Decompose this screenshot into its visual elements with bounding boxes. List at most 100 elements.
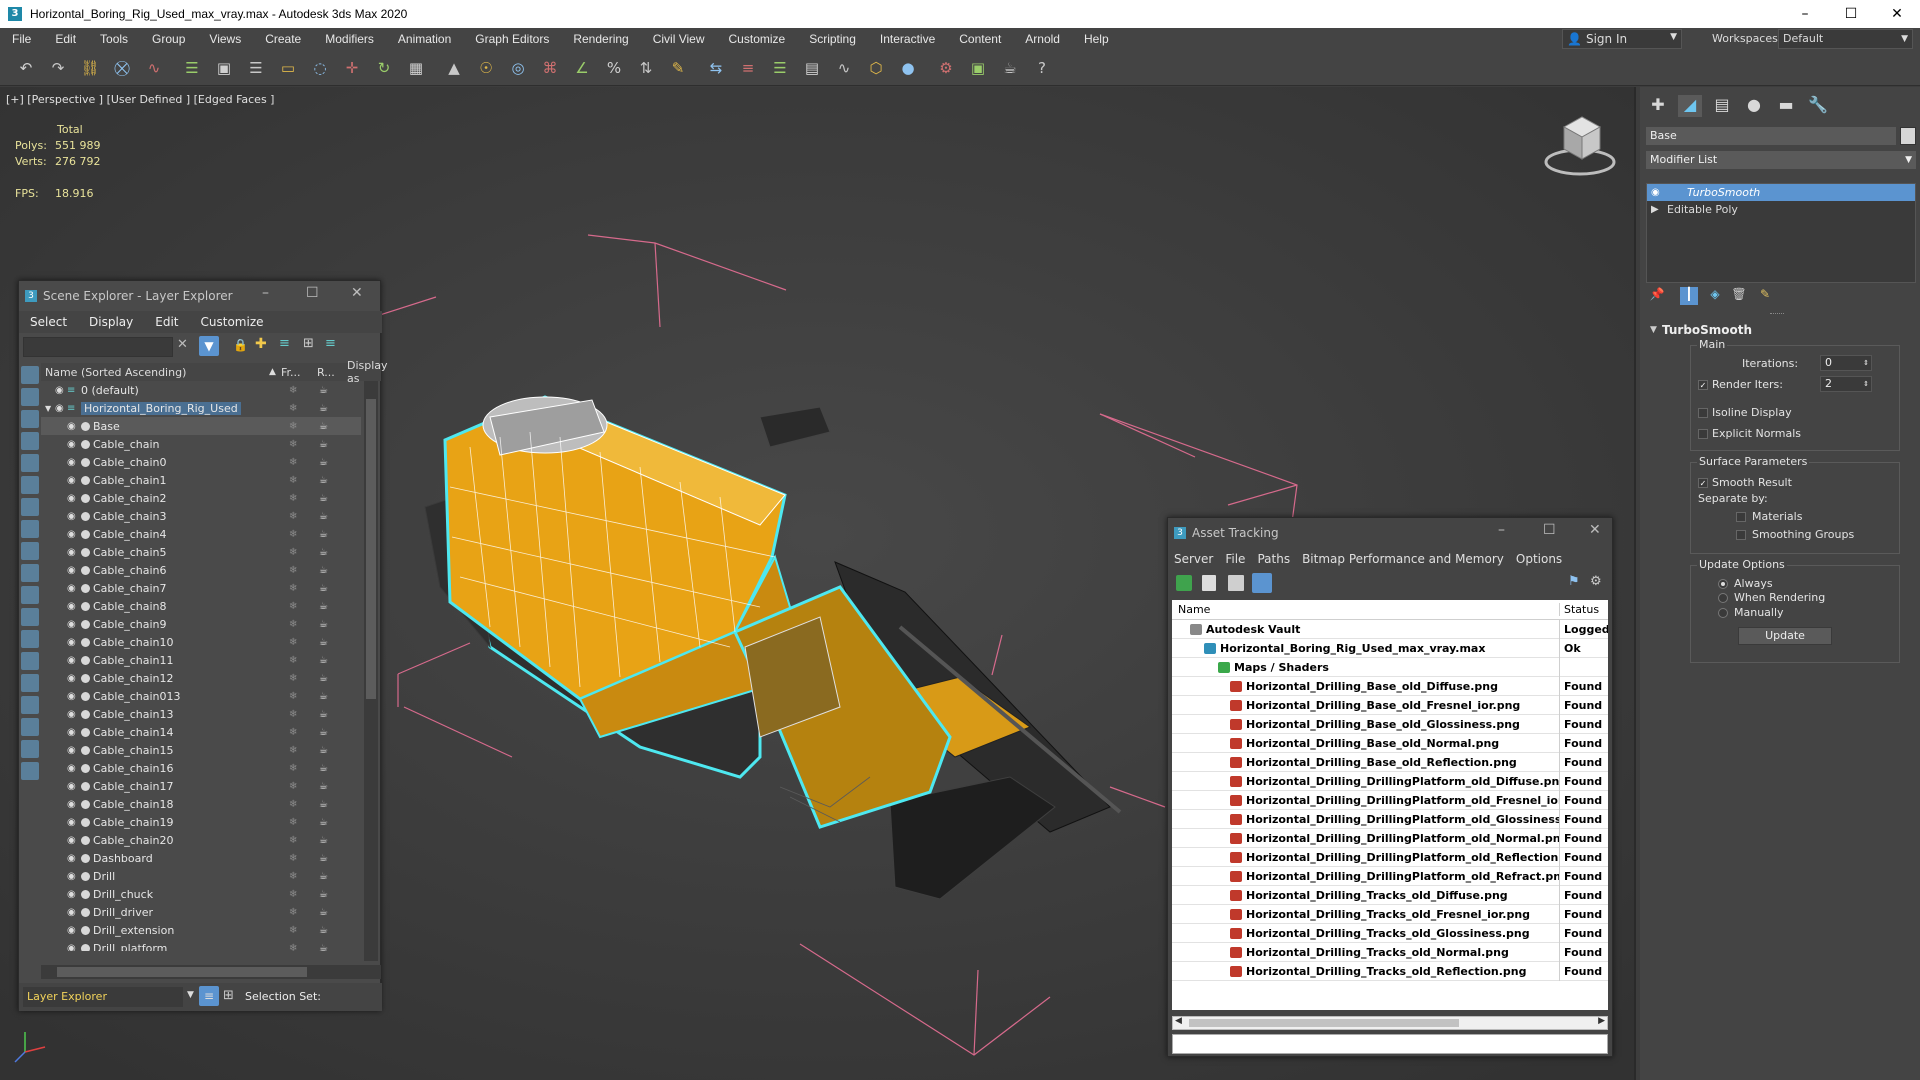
close-icon[interactable]: ✕ <box>351 285 363 301</box>
invert-display-icon[interactable] <box>21 674 39 692</box>
display-helpers-icon[interactable] <box>21 454 39 472</box>
asset-row[interactable]: Horizontal_Drilling_Tracks_old_Reflectio… <box>1172 961 1608 981</box>
minimize-icon[interactable]: – <box>1498 522 1505 538</box>
display-all-icon[interactable] <box>21 630 39 648</box>
object-row[interactable]: ◉ Cable_chain013 ❄ ☕ <box>41 687 361 705</box>
object-row[interactable]: ◉ Drill_chuck ❄ ☕ <box>41 885 361 903</box>
asset-row[interactable]: Horizontal_Drilling_Tracks_old_Fresnel_i… <box>1172 904 1608 924</box>
object-row[interactable]: ◉ Dashboard ❄ ☕ <box>41 849 361 867</box>
freeze-toggle-icon[interactable]: ❄ <box>289 781 297 792</box>
freeze-toggle-icon[interactable]: ❄ <box>289 385 297 396</box>
visibility-eye-icon[interactable]: ◉ <box>67 781 76 792</box>
menu-help[interactable]: Help <box>1072 32 1121 46</box>
at-menu-server[interactable]: Server <box>1168 552 1219 566</box>
renderable-toggle-icon[interactable]: ☕ <box>319 475 328 486</box>
display-spacewarps-icon[interactable] <box>21 476 39 494</box>
layers-icon[interactable]: ≡ <box>325 336 336 351</box>
object-row[interactable]: ◉ Cable_chain12 ❄ ☕ <box>41 669 361 687</box>
layer-options-icon[interactable] <box>21 762 39 780</box>
se-menu-display[interactable]: Display <box>78 315 144 329</box>
renderable-toggle-icon[interactable]: ☕ <box>319 871 328 882</box>
pivot-icon[interactable]: ◎ <box>506 56 530 80</box>
object-color-swatch[interactable] <box>1900 127 1916 145</box>
scroll-left-icon[interactable]: ◀ <box>1175 1016 1182 1026</box>
column-status-header[interactable]: Status <box>1560 603 1599 616</box>
se-menu-select[interactable]: Select <box>19 315 78 329</box>
freeze-toggle-icon[interactable]: ❄ <box>289 889 297 900</box>
renderable-toggle-icon[interactable]: ☕ <box>319 511 328 522</box>
visibility-eye-icon[interactable]: ◉ <box>67 619 76 630</box>
remove-modifier-icon[interactable]: 🗑 <box>1730 287 1748 305</box>
visibility-eye-icon[interactable]: ◉ <box>67 511 76 522</box>
rollout-collapse-icon[interactable]: ▼ <box>1650 325 1657 335</box>
object-row[interactable]: ◉ Cable_chain16 ❄ ☕ <box>41 759 361 777</box>
display-bones-icon[interactable] <box>21 542 39 560</box>
workspaces-select[interactable]: Default ▼ <box>1778 29 1913 49</box>
select-by-name-icon[interactable]: ☰ <box>244 56 268 80</box>
expand-icon[interactable]: ▼ <box>45 404 51 413</box>
visibility-eye-icon[interactable]: ◉ <box>67 601 76 612</box>
freeze-toggle-icon[interactable]: ❄ <box>289 925 297 936</box>
modifier-list-dropdown[interactable]: Modifier List ▼ <box>1646 151 1916 169</box>
asset-row[interactable]: Horizontal_Drilling_Base_old_Glossiness.… <box>1172 714 1608 734</box>
at-menu-paths[interactable]: Paths <box>1251 552 1296 566</box>
object-row[interactable]: ◉ Cable_chain11 ❄ ☕ <box>41 651 361 669</box>
asset-table-hscrollbar[interactable]: ◀ ▶ <box>1172 1016 1608 1030</box>
freeze-toggle-icon[interactable]: ❄ <box>289 907 297 918</box>
visibility-eye-icon[interactable]: ◉ <box>55 385 64 396</box>
refresh-icon[interactable] <box>1176 575 1192 591</box>
renderable-toggle-icon[interactable]: ☕ <box>319 673 328 684</box>
detail-view-icon[interactable] <box>1228 575 1244 591</box>
freeze-toggle-icon[interactable]: ❄ <box>289 727 297 738</box>
rotate-icon[interactable]: ↻ <box>372 56 396 80</box>
asset-tracking-path-field[interactable] <box>1172 1034 1608 1054</box>
maximize-icon[interactable]: ☐ <box>306 285 319 301</box>
visibility-eye-icon[interactable]: ◉ <box>67 907 76 918</box>
scrollbar-thumb[interactable] <box>1189 1019 1459 1027</box>
object-row[interactable]: ◉ Cable_chain20 ❄ ☕ <box>41 831 361 849</box>
hierarchy-tab-icon[interactable]: ▤ <box>1710 95 1734 117</box>
renderable-toggle-icon[interactable]: ☕ <box>319 619 328 630</box>
object-row[interactable]: ◉ Cable_chain13 ❄ ☕ <box>41 705 361 723</box>
freeze-toggle-icon[interactable]: ❄ <box>289 493 297 504</box>
settings-icon[interactable]: ⚙ <box>1590 574 1602 589</box>
renderable-toggle-icon[interactable]: ☕ <box>319 745 328 756</box>
at-menu-bitmap-performance-and-memory[interactable]: Bitmap Performance and Memory <box>1296 552 1510 566</box>
asset-row[interactable]: Horizontal_Boring_Rig_Used_max_vray.max O… <box>1172 638 1608 658</box>
scrollbar-thumb[interactable] <box>57 967 307 977</box>
menu-create[interactable]: Create <box>253 32 313 46</box>
visibility-eye-icon[interactable]: ◉ <box>67 835 76 846</box>
menu-group[interactable]: Group <box>140 32 197 46</box>
display-geometry-icon[interactable] <box>21 366 39 384</box>
minimize-icon[interactable]: – <box>262 285 269 301</box>
freeze-toggle-icon[interactable]: ❄ <box>289 943 297 952</box>
visibility-eye-icon[interactable]: ◉ <box>67 421 76 432</box>
pin-stack-icon[interactable]: 📌 <box>1648 287 1666 305</box>
scrollbar-thumb[interactable] <box>366 399 376 699</box>
iterations-spinner[interactable]: 0 ⇕ <box>1820 355 1872 371</box>
freeze-toggle-icon[interactable]: ❄ <box>289 871 297 882</box>
scene-explorer-vscrollbar[interactable] <box>364 381 378 961</box>
visibility-eye-icon[interactable]: ◉ <box>55 403 64 414</box>
renderable-toggle-icon[interactable]: ☕ <box>319 817 328 828</box>
display-xrefs-icon[interactable] <box>21 520 39 538</box>
modify-tab-icon[interactable]: ◢ <box>1678 95 1702 117</box>
renderable-toggle-icon[interactable]: ☕ <box>319 709 328 720</box>
scene-explorer-search-input[interactable] <box>23 337 173 357</box>
explicit-normals-checkbox[interactable] <box>1698 429 1708 439</box>
freeze-toggle-icon[interactable]: ❄ <box>289 799 297 810</box>
asset-row[interactable]: Horizontal_Drilling_DrillingPlatform_old… <box>1172 866 1608 886</box>
object-row[interactable]: ◉ Cable_chain14 ❄ ☕ <box>41 723 361 741</box>
scene-explorer-hscrollbar[interactable] <box>41 965 381 979</box>
asset-row[interactable]: Autodesk Vault Logged Out <box>1172 619 1608 639</box>
renderable-toggle-icon[interactable]: ☕ <box>319 493 328 504</box>
renderable-toggle-icon[interactable]: ☕ <box>319 925 328 936</box>
link-icon[interactable]: ⛓ <box>78 56 102 80</box>
render-setup-icon[interactable]: ⚙ <box>934 56 958 80</box>
menu-file[interactable]: File <box>0 32 43 46</box>
object-row[interactable]: ◉ Cable_chain ❄ ☕ <box>41 435 361 453</box>
smoothing-groups-checkbox[interactable] <box>1736 530 1746 540</box>
ref-coord-icon[interactable]: ☉ <box>474 56 498 80</box>
visibility-eye-icon[interactable]: ◉ <box>67 565 76 576</box>
align-icon[interactable]: ≡ <box>736 56 760 80</box>
